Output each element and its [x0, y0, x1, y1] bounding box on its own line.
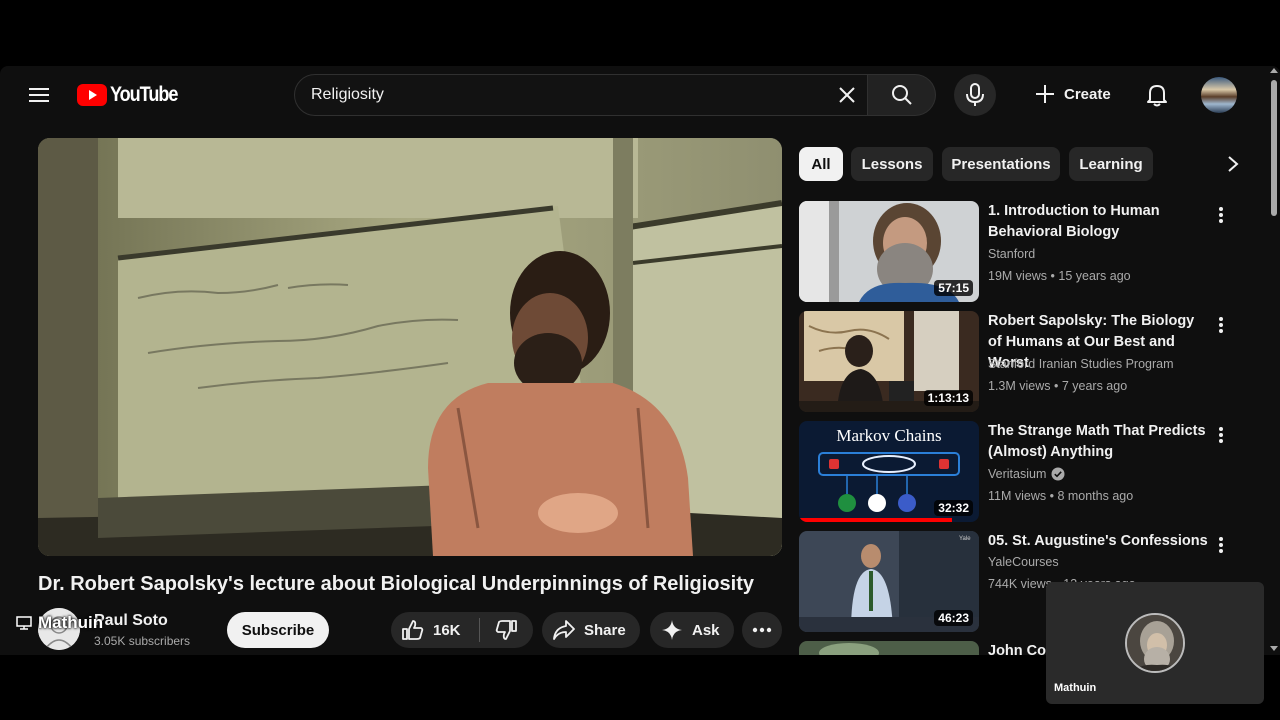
more-horizontal-icon	[752, 627, 772, 633]
verified-badge-icon	[1051, 467, 1065, 481]
create-button[interactable]: Create	[1026, 76, 1123, 112]
recommended-video-title[interactable]: 05. St. Augustine's Confessions	[988, 531, 1208, 552]
recommended-channel: Veritasium	[988, 467, 1065, 481]
page-scrollbar[interactable]	[1268, 66, 1280, 655]
video-metadata: 1.3M views • 7 years ago	[988, 379, 1128, 393]
account-avatar[interactable]	[1201, 77, 1237, 113]
recommended-video[interactable]: 1:13:13 Robert Sapolsky: The Biology of …	[799, 311, 1239, 412]
recommended-video-title[interactable]: 1. Introduction to Human Behavioral Biol…	[988, 201, 1208, 243]
video-menu-button[interactable]	[1213, 533, 1229, 557]
thumbs-up-icon	[402, 620, 424, 640]
lecture-video-frame	[38, 138, 782, 556]
video-duration: 32:32	[934, 500, 973, 516]
video-thumbnail[interactable]: 57:15	[799, 201, 979, 302]
channel-label: Stanford Iranian Studies Program	[988, 357, 1174, 371]
clear-search-button[interactable]	[831, 79, 863, 111]
youtube-play-logo-icon	[77, 84, 107, 106]
share-icon	[553, 620, 575, 640]
watch-progress-bar	[799, 518, 952, 522]
video-title: Dr. Robert Sapolsky's lecture about Biol…	[38, 573, 754, 595]
more-vertical-icon	[1219, 537, 1223, 553]
recommended-video[interactable]: 57:15 1. Introduction to Human Behaviora…	[799, 201, 1239, 302]
video-thumbnail[interactable]	[799, 641, 979, 655]
microphone-icon	[966, 83, 984, 106]
chip-all[interactable]: All	[799, 147, 843, 181]
hamburger-icon	[29, 88, 49, 102]
ask-label: Ask	[692, 621, 720, 639]
like-button[interactable]: 16K	[391, 612, 479, 648]
plus-icon	[1036, 85, 1054, 103]
partial-thumbnail-image	[799, 641, 979, 655]
create-label: Create	[1064, 85, 1111, 103]
share-button[interactable]: Share	[542, 612, 640, 648]
dislike-button[interactable]	[480, 612, 532, 648]
video-player[interactable]	[38, 138, 782, 556]
recommended-video[interactable]: Markov Chains 32:32 The Strange Math Tha…	[799, 421, 1239, 522]
chips-next-button[interactable]	[1179, 146, 1255, 182]
more-actions-button[interactable]	[742, 612, 782, 648]
chip-learning[interactable]: Learning	[1069, 147, 1153, 181]
thumbnail-caption: Yale	[959, 536, 971, 542]
monitor-icon	[16, 616, 32, 630]
video-metadata: 11M views • 8 months ago	[988, 489, 1134, 503]
search-box	[294, 74, 868, 116]
video-thumbnail[interactable]: 1:13:13	[799, 311, 979, 412]
video-duration: 57:15	[934, 280, 973, 296]
filter-chips: All Lessons Presentations Learning	[799, 146, 1255, 182]
recommended-channel: Stanford Iranian Studies Program	[988, 357, 1174, 371]
presenter-name: Mathuin	[38, 613, 104, 632]
recommended-channel: YaleCourses	[988, 555, 1059, 569]
scroll-down-arrow[interactable]	[1270, 646, 1278, 651]
thumbs-down-icon	[495, 620, 517, 640]
video-menu-button[interactable]	[1213, 313, 1229, 337]
ask-button[interactable]: Ask	[650, 612, 734, 648]
video-duration: 1:13:13	[923, 390, 973, 406]
screen: YouTube Create	[0, 0, 1280, 720]
youtube-logo[interactable]: YouTube	[77, 82, 188, 108]
video-menu-button[interactable]	[1213, 203, 1229, 227]
video-menu-button[interactable]	[1213, 423, 1229, 447]
video-call-tile[interactable]: Mathuin	[1046, 582, 1264, 704]
video-thumbnail[interactable]: Markov Chains 32:32	[799, 421, 979, 522]
presenter-overlay: Mathuin	[16, 613, 103, 633]
like-dislike-group: 16K	[391, 612, 533, 648]
video-thumbnail[interactable]: Yale 46:23	[799, 531, 979, 632]
video-duration: 46:23	[934, 610, 973, 626]
search-icon	[891, 85, 912, 105]
sparkle-icon	[662, 620, 682, 640]
recommended-channel: Stanford	[988, 247, 1035, 261]
voice-search-button[interactable]	[954, 74, 996, 116]
chevron-right-icon	[1228, 156, 1239, 172]
recommended-video-title[interactable]: The Strange Math That Predicts (Almost) …	[988, 421, 1208, 463]
more-vertical-icon	[1219, 207, 1223, 223]
channel-label: Stanford	[988, 247, 1036, 261]
participant-avatar	[1125, 613, 1185, 673]
channel-name[interactable]: Paul Soto	[94, 612, 168, 630]
thumbnail-caption: Markov Chains	[836, 426, 941, 445]
more-vertical-icon	[1219, 427, 1223, 443]
logo-text: YouTube	[110, 83, 178, 106]
masthead: YouTube Create	[0, 66, 1268, 124]
scrollbar-thumb[interactable]	[1271, 80, 1277, 216]
share-label: Share	[584, 621, 626, 639]
subscribe-button[interactable]: Subscribe	[227, 612, 329, 648]
participant-name: Mathuin	[1054, 682, 1097, 694]
video-metadata: 19M views • 15 years ago	[988, 269, 1131, 283]
scroll-up-arrow[interactable]	[1270, 68, 1278, 73]
subscriber-count: 3.05K subscribers	[94, 634, 191, 648]
youtube-app: YouTube Create	[0, 66, 1280, 655]
channel-label: YaleCourses	[988, 555, 1059, 569]
close-icon	[839, 87, 855, 103]
participant-portrait-image	[1127, 615, 1183, 671]
more-vertical-icon	[1219, 317, 1223, 333]
notifications-button[interactable]	[1140, 78, 1174, 112]
chip-presentations[interactable]: Presentations	[942, 147, 1060, 181]
search-button[interactable]	[868, 74, 936, 116]
channel-label: Veritasium	[988, 467, 1047, 481]
chip-lessons[interactable]: Lessons	[851, 147, 933, 181]
menu-button[interactable]	[24, 82, 54, 108]
bell-icon	[1147, 85, 1167, 107]
like-count: 16K	[433, 621, 461, 639]
search-input[interactable]	[295, 86, 815, 104]
